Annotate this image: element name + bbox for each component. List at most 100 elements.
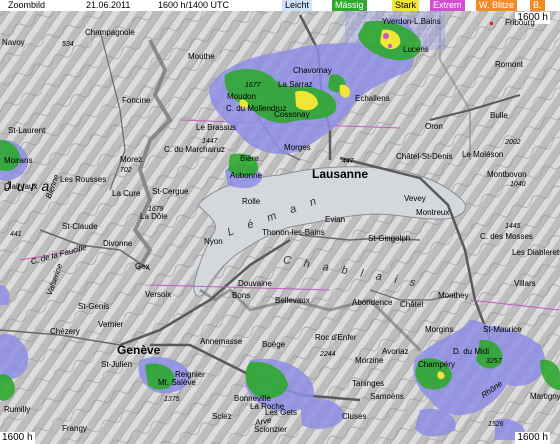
city-label-geneve: Genève (117, 343, 161, 357)
town-label: C. des Mosses (480, 232, 533, 241)
map-title: Zoombild (8, 0, 46, 10)
elevation-label: 3257 (486, 358, 502, 365)
town-label: Aubonne (230, 171, 263, 180)
town-label: Cossonay (274, 110, 310, 119)
town-label: La Roche (250, 402, 285, 411)
town-label: Villars (514, 279, 536, 288)
town-label: Oron (425, 122, 443, 131)
town-label: Lucens (403, 45, 429, 54)
elevation-label: 447 (342, 158, 354, 165)
town-label: Annemasse (200, 337, 243, 346)
town-label: Fribourg (505, 18, 535, 27)
town-label: Foncine (122, 96, 151, 105)
town-label: Morzine (355, 356, 384, 365)
legend-item: Stark (392, 0, 420, 11)
town-label: Vevey (404, 194, 426, 203)
town-label: Gex (135, 262, 150, 271)
town-label: Thonon-les-Bains (262, 228, 325, 237)
legend-item: B. (530, 0, 545, 11)
town-label: Samoëns (370, 392, 404, 401)
town-label: Frangy (62, 424, 87, 433)
height-label-bottom-right: 1600 h (515, 432, 550, 444)
lightning-markers (490, 22, 493, 25)
elevation-label: 1447 (202, 138, 218, 145)
town-label: Cluses (342, 412, 367, 421)
town-label: Moirans (4, 156, 33, 165)
town-label: Le Moléson (462, 150, 504, 159)
town-label: Romont (495, 60, 524, 69)
town-label: Abondence (352, 298, 393, 307)
town-label: La Sarraz (278, 80, 313, 89)
town-label: Divonne (103, 239, 133, 248)
town-label: Le Brassus (196, 123, 237, 132)
town-label: Champéry (418, 360, 455, 369)
town-label: Vernier (98, 320, 124, 329)
map-time: 1600 h/1400 UTC (158, 0, 230, 10)
town-label: Chézery (50, 327, 80, 336)
town-label: St-Laurent (8, 126, 46, 135)
town-label: Morez (120, 155, 143, 164)
elevation-label: 441 (10, 231, 22, 238)
city-label-lausanne: Lausanne (312, 167, 369, 181)
town-label: St-Genis (78, 302, 110, 311)
map-date: 21.06.2011 (86, 0, 131, 10)
town-label: Les Diablerets (512, 248, 560, 257)
town-label: Chavornay (293, 66, 332, 75)
town-label: Nyon (204, 237, 223, 246)
town-label: Taninges (352, 379, 385, 388)
town-label: St-Gingolph (368, 234, 411, 243)
legend-item: W. Blitze (476, 0, 518, 11)
town-label: Evian (325, 215, 346, 224)
town-label: Champagnole (85, 28, 135, 37)
town-label: Mouthe (188, 52, 215, 61)
town-label: Châtel (400, 300, 424, 309)
town-label: Bière (240, 154, 259, 163)
town-label: St-Cergue (152, 187, 189, 196)
map-viewer: Zoombild 21.06.2011 1600 h/1400 UTC Leic… (0, 0, 560, 444)
elevation-label: 702 (120, 167, 132, 174)
town-label: Montreux (416, 208, 450, 217)
elevation-label: 1375 (164, 396, 180, 403)
town-label: Avoriaz (382, 347, 409, 356)
town-label: Rolle (242, 197, 261, 206)
town-label: Sciez (212, 412, 232, 421)
town-label: Echallens (355, 94, 390, 103)
town-label: La Cure (112, 189, 141, 198)
town-label: Roc d'Enfer (315, 333, 357, 342)
elevation-label: 1445 (505, 223, 521, 230)
town-label: Morges (284, 143, 311, 152)
town-label: Moudon (227, 92, 256, 101)
elevation-label: 2002 (505, 139, 521, 146)
town-label: Boëge (262, 340, 286, 349)
elevation-label: 1040 (510, 181, 526, 188)
town-label: Yverdon-L.Bains (382, 17, 441, 26)
height-label-bottom-left: 1600 h (0, 432, 35, 444)
town-label: Mt. Salève (158, 378, 196, 387)
town-label: Montbovon (487, 170, 527, 179)
town-label: Bellevaux (275, 296, 310, 305)
elevation-label: 1526 (488, 421, 504, 428)
town-label: D. du Midi (453, 347, 490, 356)
town-label: Versoix (145, 290, 172, 299)
town-label: Martigny (530, 392, 560, 401)
elevation-label: 1679 (148, 206, 164, 213)
town-label: Les Rousses (60, 175, 107, 184)
town-label: St-Claude (62, 222, 98, 231)
elevation-label: 2244 (320, 351, 336, 358)
town-label: Bulle (490, 111, 508, 120)
town-label: C. du Marchairuz (164, 145, 225, 154)
elevation-label: 534 (62, 41, 74, 48)
town-label: St-Julien (101, 360, 133, 369)
town-label: St-Maurice (483, 325, 522, 334)
elevation-label: 1677 (245, 82, 261, 89)
legend-item: Extrem (430, 0, 465, 11)
geo-feature-label: Jura (4, 178, 56, 194)
legend-item: Mässig (332, 0, 367, 11)
town-label: Monthey (438, 291, 469, 300)
town-label: Bons (232, 291, 251, 300)
town-label: Navoy (2, 38, 25, 47)
town-label: Morgins (425, 325, 454, 334)
town-label: Châtel-St-Denis (396, 152, 453, 161)
town-label: Rumilly (4, 405, 31, 414)
legend-item: Leicht (282, 0, 313, 11)
